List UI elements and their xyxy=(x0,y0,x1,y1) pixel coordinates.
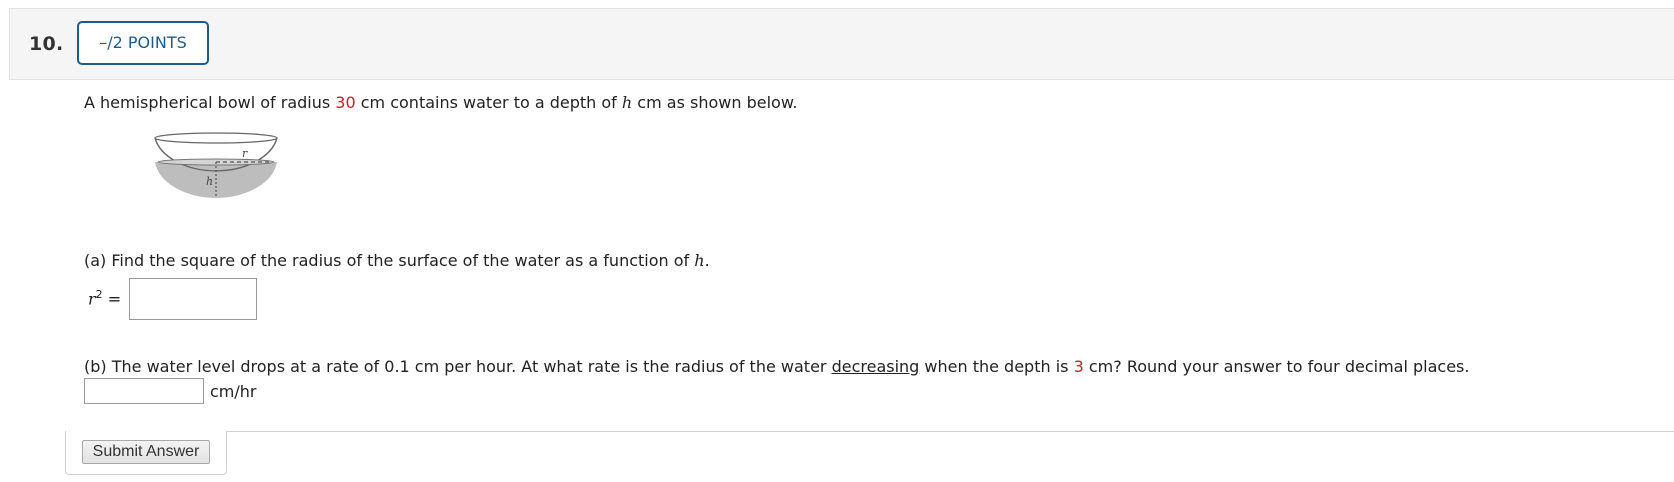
part-a-answer-input[interactable] xyxy=(129,278,257,320)
radius-value: 30 xyxy=(335,93,356,112)
figure-label-r: r xyxy=(242,147,248,160)
part-b-text-middle: when the depth is xyxy=(919,357,1074,376)
intro-text-after: cm as shown below. xyxy=(632,93,798,112)
part-a-text-after: . xyxy=(704,251,710,270)
answer-var-r: r xyxy=(88,289,96,309)
answer-exponent: 2 xyxy=(95,288,103,301)
question-intro: A hemispherical bowl of radius 30 cm con… xyxy=(84,93,798,112)
part-b-unit: cm/hr xyxy=(210,382,257,401)
question-header: 10. –/2 POINTS xyxy=(9,8,1674,80)
part-b-underlined: decreasing xyxy=(831,357,920,376)
points-badge: –/2 POINTS xyxy=(77,21,209,65)
intro-text-before: A hemispherical bowl of radius xyxy=(84,93,336,112)
submit-divider xyxy=(226,431,1674,432)
part-b-answer-input[interactable] xyxy=(84,378,204,404)
intro-text-middle: cm contains water to a depth of xyxy=(355,93,622,112)
part-a-answer-label: r2 = xyxy=(88,288,121,308)
part-a-var-h: h xyxy=(694,251,705,270)
question-number: 10. xyxy=(29,33,64,55)
depth-value: 3 xyxy=(1073,357,1084,376)
hemisphere-bowl-figure: r h xyxy=(154,132,278,198)
figure-label-h: h xyxy=(206,175,213,188)
part-a-prompt: (a) Find the square of the radius of the… xyxy=(84,251,710,270)
part-b-prompt: (b) The water level drops at a rate of 0… xyxy=(84,357,1469,376)
part-b-text-after: cm? Round your answer to four decimal pl… xyxy=(1083,357,1470,376)
part-a-text-before: (a) Find the square of the radius of the… xyxy=(84,251,695,270)
submit-answer-button[interactable]: Submit Answer xyxy=(82,440,210,464)
part-b-text-before: (b) The water level drops at a rate of 0… xyxy=(84,357,832,376)
answer-equals: = xyxy=(102,289,122,309)
intro-var-h: h xyxy=(621,93,633,112)
